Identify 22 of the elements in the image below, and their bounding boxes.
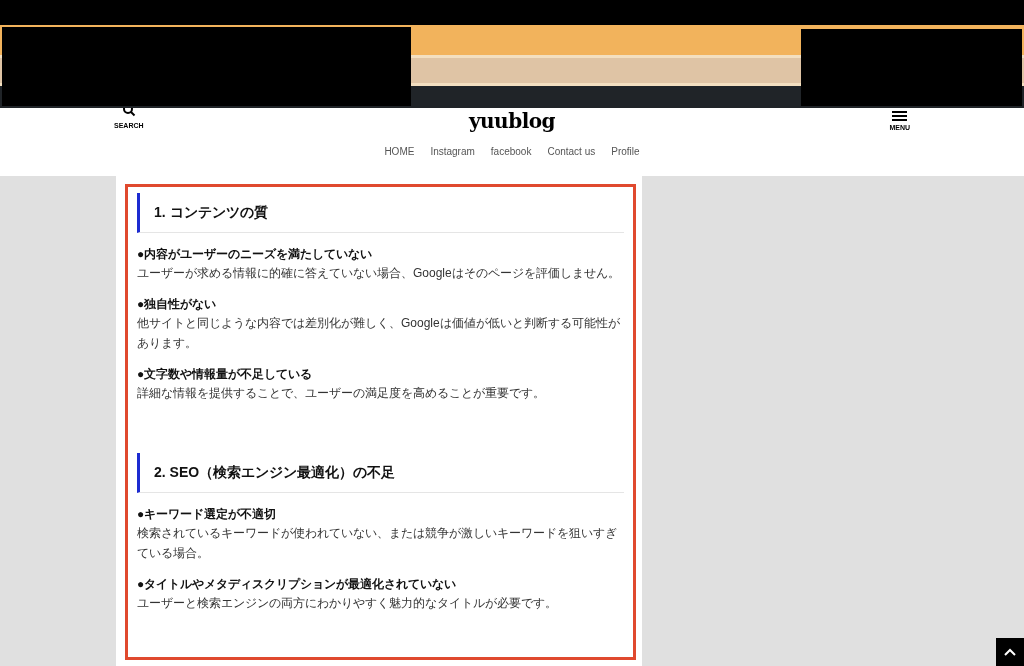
section-heading: 1. コンテンツの質 — [137, 193, 624, 233]
point-text: 検索されているキーワードが使われていない、または競争が激しいキーワードを狙いすぎている場合。 — [137, 525, 618, 562]
site-title[interactable]: yuublog — [468, 106, 556, 136]
point-title: ●キーワード選定が不適切 — [137, 506, 278, 523]
back-to-top-button[interactable] — [996, 638, 1024, 666]
point-text: 他サイトと同じような内容では差別化が難しく、Googleは価値が低いと判断する可能性があります。 — [137, 315, 621, 352]
nav-link[interactable]: Profile — [611, 144, 640, 159]
nav-link[interactable]: Contact us — [547, 144, 596, 159]
nav-link[interactable]: HOME — [384, 144, 415, 159]
point-title: ●独自性がない — [137, 296, 218, 313]
section-heading: 2. SEO（検索エンジン最適化）の不足 — [137, 453, 624, 493]
point-title: ●内容がユーザーのニーズを満たしていない — [137, 246, 374, 263]
point-text: ユーザーが求める情報に的確に答えていない場合、Googleはそのページを評価しません。 — [137, 265, 621, 282]
point-title: ●タイトルやメタディスクリプションが最適化されていない — [137, 576, 458, 593]
point-title: ●文字数や情報量が不足している — [137, 366, 314, 383]
search-icon — [121, 108, 136, 117]
point-text: 詳細な情報を提供することで、ユーザーの満足度を高めることが重要です。 — [137, 385, 546, 402]
nav-link[interactable]: Instagram — [430, 144, 475, 159]
point-text: ユーザーと検索エンジンの両方にわかりやすく魅力的なタイトルが必要です。 — [137, 595, 558, 612]
nav-link[interactable]: facebook — [490, 144, 532, 159]
chevron-up-icon — [1004, 648, 1016, 656]
menu-icon — [892, 111, 908, 121]
